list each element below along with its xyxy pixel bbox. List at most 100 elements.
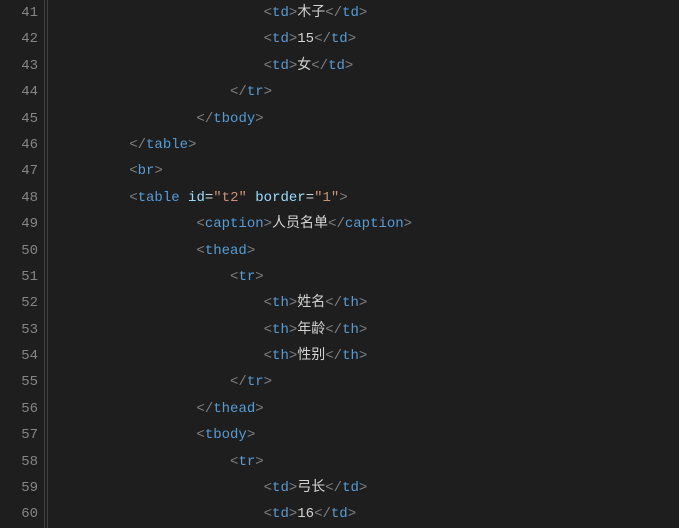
code-line[interactable]: <td>15</td> [62, 26, 679, 52]
token-text: 年龄 [297, 317, 325, 343]
token-tag: td [272, 475, 289, 501]
code-line[interactable]: <caption>人员名单</caption> [62, 211, 679, 237]
token-eq: = [205, 185, 213, 211]
code-line[interactable]: <br> [62, 158, 679, 184]
token-bracket: < [196, 211, 204, 237]
token-tag: th [342, 317, 359, 343]
line-number: 58 [0, 449, 44, 475]
line-number-gutter: 4142434445464748495051525354555657585960 [0, 0, 44, 528]
token-tag: tr [247, 79, 264, 105]
line-number: 46 [0, 132, 44, 158]
line-number: 48 [0, 185, 44, 211]
token-attr-val: "1" [314, 185, 339, 211]
token-bracket: > [289, 53, 297, 79]
token-bracket: > [289, 26, 297, 52]
token-tag: tr [247, 369, 264, 395]
line-number: 45 [0, 106, 44, 132]
indent [62, 211, 196, 237]
token-bracket: < [264, 26, 272, 52]
code-line[interactable]: <td>弓长</td> [62, 475, 679, 501]
line-number: 60 [0, 501, 44, 527]
code-line[interactable]: </tr> [62, 369, 679, 395]
code-line[interactable]: </table> [62, 132, 679, 158]
code-area[interactable]: <td>木子</td> <td>15</td> <td>女</td> </tr>… [48, 0, 679, 528]
token-tag: caption [345, 211, 404, 237]
code-line[interactable]: <td>木子</td> [62, 0, 679, 26]
indent [62, 158, 129, 184]
token-tag: tbody [213, 106, 255, 132]
token-bracket: > [348, 501, 356, 527]
token-attr-name: border [255, 185, 305, 211]
token-tag: tr [238, 264, 255, 290]
line-number: 51 [0, 264, 44, 290]
token-tag: br [138, 158, 155, 184]
token-bracket: > [359, 343, 367, 369]
code-line[interactable]: <thead> [62, 238, 679, 264]
token-bracket: </ [325, 475, 342, 501]
line-number: 47 [0, 158, 44, 184]
token-bracket: </ [230, 79, 247, 105]
token-bracket: > [339, 185, 347, 211]
line-number: 57 [0, 422, 44, 448]
token-bracket: < [230, 264, 238, 290]
token-bracket: > [289, 343, 297, 369]
code-line[interactable]: <tr> [62, 449, 679, 475]
code-line[interactable]: <th>姓名</th> [62, 290, 679, 316]
token-bracket: </ [129, 132, 146, 158]
token-tag: td [331, 26, 348, 52]
token-bracket: < [196, 422, 204, 448]
token-bracket: > [255, 264, 263, 290]
token-bracket: > [359, 317, 367, 343]
code-line[interactable]: <tr> [62, 264, 679, 290]
token-tag: th [272, 317, 289, 343]
token-tag: th [342, 290, 359, 316]
token-bracket: > [289, 501, 297, 527]
code-line[interactable]: </tbody> [62, 106, 679, 132]
code-line[interactable]: <table id="t2" border="1"> [62, 185, 679, 211]
indent [62, 501, 264, 527]
token-tag: tr [238, 449, 255, 475]
token-bracket: > [348, 26, 356, 52]
token-tag: td [272, 0, 289, 26]
code-line[interactable]: </thead> [62, 396, 679, 422]
token-tag: td [272, 26, 289, 52]
token-bracket: > [264, 79, 272, 105]
token-tag: td [328, 53, 345, 79]
token-bracket: </ [196, 106, 213, 132]
code-line[interactable]: <td>16</td> [62, 501, 679, 527]
token-attr-name: id [188, 185, 205, 211]
token-tag: table [138, 185, 180, 211]
token-bracket: > [255, 106, 263, 132]
token-text: 女 [297, 53, 311, 79]
indent [62, 0, 264, 26]
token-tag: thead [205, 238, 247, 264]
indent [62, 475, 264, 501]
token-bracket: > [289, 317, 297, 343]
token-bracket: < [264, 0, 272, 26]
token-bracket: > [359, 290, 367, 316]
token-bracket: < [196, 238, 204, 264]
code-line[interactable]: </tr> [62, 79, 679, 105]
indent [62, 79, 230, 105]
code-line[interactable]: <td>女</td> [62, 53, 679, 79]
indent [62, 185, 129, 211]
token-bracket: > [345, 53, 353, 79]
code-line[interactable]: <th>性别</th> [62, 343, 679, 369]
token-bracket: </ [325, 317, 342, 343]
token-bracket: </ [314, 501, 331, 527]
code-line[interactable]: <tbody> [62, 422, 679, 448]
line-number: 49 [0, 211, 44, 237]
token-bracket: </ [325, 0, 342, 26]
token-tag: tbody [205, 422, 247, 448]
indent [62, 317, 264, 343]
line-number: 56 [0, 396, 44, 422]
line-number: 42 [0, 26, 44, 52]
code-line[interactable]: <th>年龄</th> [62, 317, 679, 343]
token-bracket: > [289, 290, 297, 316]
token-tag: th [342, 343, 359, 369]
code-editor[interactable]: 4142434445464748495051525354555657585960… [0, 0, 679, 528]
line-number: 55 [0, 369, 44, 395]
token-tag: caption [205, 211, 264, 237]
token-text: 弓长 [297, 475, 325, 501]
token-text: 15 [297, 26, 314, 52]
